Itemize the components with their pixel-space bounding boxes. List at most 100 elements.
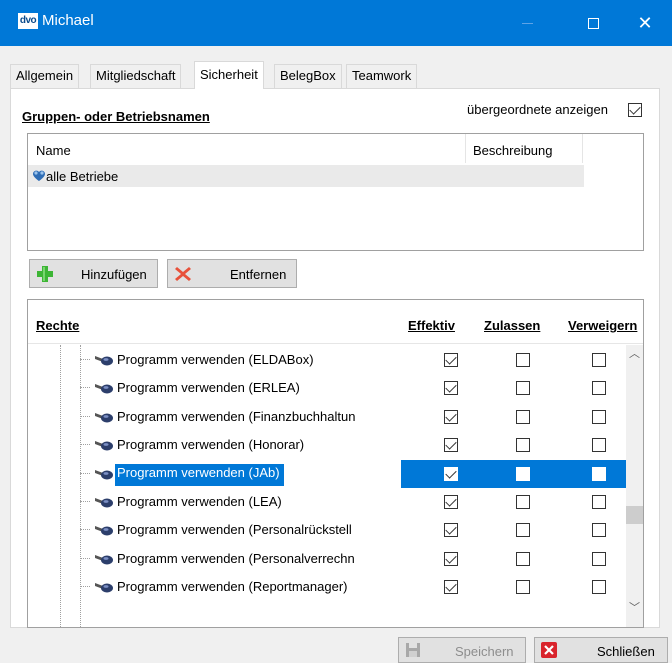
deny-checkbox[interactable] — [592, 353, 606, 367]
close-button-label: Schließen — [597, 644, 655, 659]
groups-section-title: Gruppen- oder Betriebsnamen — [22, 109, 210, 124]
tab-belegbox[interactable]: BelegBox — [274, 64, 342, 88]
tree-connector — [80, 415, 90, 417]
allow-checkbox[interactable] — [516, 495, 530, 509]
remove-button[interactable]: Entfernen — [167, 259, 297, 288]
deny-checkbox[interactable] — [592, 523, 606, 538]
group-name: alle Betriebe — [46, 169, 119, 184]
rights-scrollbar[interactable]: ︿ ﹀ — [626, 345, 643, 627]
key-icon — [95, 469, 113, 480]
effective-checkbox[interactable] — [444, 495, 458, 509]
rights-row[interactable]: Programm verwenden (ELDABox) — [28, 346, 626, 374]
show-parent-label: übergeordnete anzeigen — [467, 102, 608, 117]
deny-checkbox[interactable] — [592, 495, 606, 509]
rights-row[interactable]: Programm verwenden (Finanzbuchhaltun — [28, 403, 626, 431]
add-button[interactable]: Hinzufügen — [29, 259, 158, 288]
tab-teamwork[interactable]: Teamwork — [346, 64, 418, 88]
scroll-thumb[interactable] — [626, 506, 643, 524]
effective-checkbox[interactable] — [444, 523, 458, 538]
rights-list[interactable]: Rechte Effektiv Zulassen Verweigern Prog… — [27, 299, 644, 628]
right-label: Programm verwenden (ELDABox) — [117, 352, 314, 367]
right-label: Programm verwenden (LEA) — [117, 494, 282, 509]
plus-icon — [37, 266, 53, 282]
minimize-button[interactable] — [504, 0, 550, 46]
save-button[interactable]: Speichern — [398, 637, 526, 663]
list-item[interactable]: alle Betriebe — [28, 165, 584, 187]
maximize-icon — [587, 17, 599, 29]
show-parent-checkbox[interactable] — [628, 103, 642, 117]
key-icon — [95, 356, 113, 366]
allow-checkbox[interactable] — [516, 353, 530, 367]
tree-connector — [80, 557, 90, 559]
save-button-label: Speichern — [455, 644, 514, 659]
column-header-allow[interactable]: Zulassen — [484, 318, 540, 333]
key-icon — [95, 554, 113, 565]
group-icon — [33, 170, 45, 181]
effective-checkbox[interactable] — [444, 381, 458, 396]
rights-list-header: Rechte Effektiv Zulassen Verweigern — [28, 300, 643, 344]
right-label: Programm verwenden (Personalrückstell — [117, 522, 352, 538]
allow-checkbox[interactable] — [516, 523, 530, 538]
effective-checkbox[interactable] — [444, 466, 458, 481]
effective-checkbox[interactable] — [444, 353, 458, 367]
effective-checkbox[interactable] — [444, 580, 458, 595]
tab-mitgliedschaft[interactable]: Mitgliedschaft — [90, 64, 182, 88]
rights-row[interactable]: Programm verwenden (Reportmanager) — [28, 573, 626, 601]
tab-allgemein[interactable]: Allgemein — [10, 64, 80, 88]
deny-checkbox[interactable] — [592, 580, 606, 595]
tree-connector — [80, 444, 90, 446]
right-label: Programm verwenden (ERLEA) — [117, 380, 300, 396]
floppy-disk-icon — [406, 643, 420, 657]
right-label: Programm verwenden (Personalverrechn — [117, 550, 355, 566]
tree-connector — [80, 359, 90, 360]
allow-checkbox[interactable] — [516, 438, 530, 453]
scroll-down-arrow-icon[interactable]: ﹀ — [626, 599, 643, 616]
column-header-deny[interactable]: Verweigern — [568, 318, 637, 333]
allow-checkbox[interactable] — [516, 551, 530, 566]
column-header-rights[interactable]: Rechte — [36, 318, 79, 333]
deny-checkbox[interactable] — [592, 438, 606, 453]
rights-row[interactable]: Programm verwenden (JAb) — [28, 459, 626, 488]
rights-row[interactable]: Programm verwenden (Honorar) — [28, 431, 626, 459]
deny-checkbox[interactable] — [592, 409, 606, 424]
allow-checkbox[interactable] — [516, 409, 530, 424]
key-icon — [95, 583, 113, 593]
groups-list[interactable]: Name Beschreibung alle Betriebe — [27, 133, 644, 251]
rights-row[interactable]: Programm verwenden (Personalverrechn — [28, 545, 626, 573]
column-header-description[interactable]: Beschreibung — [465, 134, 583, 163]
add-button-label: Hinzufügen — [81, 267, 147, 282]
key-icon — [95, 384, 113, 394]
effective-checkbox[interactable] — [444, 409, 458, 424]
rights-row[interactable]: Programm verwenden (Personalrückstell — [28, 516, 626, 544]
rights-row[interactable]: Programm verwenden (LEA) — [28, 488, 626, 516]
deny-checkbox[interactable] — [592, 466, 606, 481]
key-icon — [95, 526, 113, 536]
allow-checkbox[interactable] — [516, 466, 530, 481]
close-window-button[interactable]: ✕ — [622, 0, 668, 46]
deny-checkbox[interactable] — [592, 551, 606, 566]
close-red-icon — [541, 642, 557, 658]
remove-button-label: Entfernen — [230, 267, 287, 282]
effective-checkbox[interactable] — [444, 551, 458, 566]
column-header-effective[interactable]: Effektiv — [408, 318, 455, 333]
column-header-name[interactable]: Name — [36, 143, 71, 158]
scroll-up-arrow-icon[interactable]: ︿ — [626, 345, 643, 362]
tree-connector — [80, 472, 90, 474]
right-label: Programm verwenden (Finanzbuchhaltun — [117, 408, 356, 424]
key-icon — [95, 441, 113, 451]
effective-checkbox[interactable] — [444, 438, 458, 453]
tree-connector — [80, 586, 90, 588]
maximize-button[interactable] — [570, 0, 616, 46]
allow-checkbox[interactable] — [516, 381, 530, 396]
remove-icon — [175, 267, 191, 281]
close-icon: ✕ — [637, 12, 653, 33]
app-logo-icon: dvo — [18, 13, 38, 29]
window-title: Michael — [42, 12, 94, 29]
key-icon — [95, 412, 113, 423]
allow-checkbox[interactable] — [516, 580, 530, 595]
deny-checkbox[interactable] — [592, 381, 606, 396]
tab-sicherheit[interactable]: Sicherheit — [194, 61, 264, 89]
tree-connector — [80, 501, 90, 502]
close-button[interactable]: Schließen — [534, 637, 668, 663]
rights-row[interactable]: Programm verwenden (ERLEA) — [28, 374, 626, 402]
